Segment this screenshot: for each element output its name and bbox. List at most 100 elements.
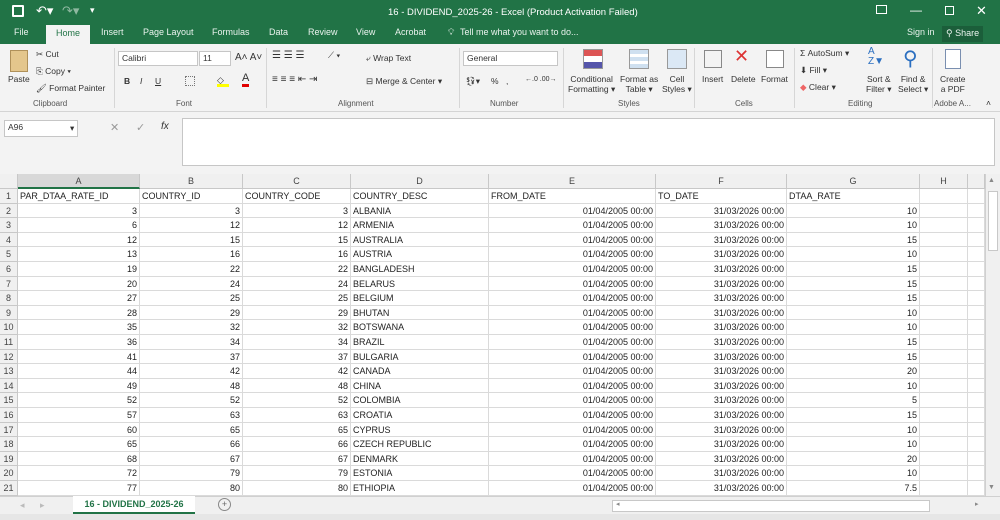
table-cell[interactable]: 66 <box>140 437 243 452</box>
table-cell[interactable]: 63 <box>140 408 243 423</box>
table-cell[interactable]: CANADA <box>351 364 489 379</box>
row-header[interactable]: 21 <box>0 481 18 496</box>
scroll-down-icon[interactable]: ▼ <box>988 484 995 491</box>
table-cell[interactable]: 01/04/2005 00:00 <box>489 320 656 335</box>
conditional-formatting-button[interactable]: ConditionalFormatting ▾ <box>568 74 615 95</box>
table-cell[interactable] <box>920 233 968 248</box>
create-pdf-button[interactable]: Createa PDF <box>940 74 966 94</box>
format-as-table-button[interactable]: Format asTable ▾ <box>620 74 658 95</box>
table-cell[interactable]: 36 <box>18 335 140 350</box>
header-cell[interactable] <box>920 189 968 204</box>
close-icon[interactable]: ✕ <box>976 3 987 19</box>
sort-filter-button[interactable]: Sort &Filter ▾ <box>866 74 892 95</box>
table-cell[interactable]: DENMARK <box>351 452 489 467</box>
row-header[interactable]: 17 <box>0 423 18 438</box>
table-cell[interactable]: 10 <box>787 320 920 335</box>
table-cell[interactable] <box>920 481 968 496</box>
table-cell[interactable] <box>920 335 968 350</box>
table-cell[interactable]: 37 <box>140 350 243 365</box>
cancel-icon[interactable]: ✕ <box>110 121 119 134</box>
table-cell[interactable]: 42 <box>243 364 351 379</box>
row-header[interactable]: 4 <box>0 233 18 248</box>
table-cell[interactable]: 41 <box>18 350 140 365</box>
table-cell[interactable]: 01/04/2005 00:00 <box>489 335 656 350</box>
table-cell[interactable]: 52 <box>243 393 351 408</box>
table-cell[interactable]: 22 <box>243 262 351 277</box>
orientation-icon[interactable]: ⟋ ▾ <box>328 50 340 61</box>
row-header[interactable]: 16 <box>0 408 18 423</box>
table-cell[interactable]: 31/03/2026 00:00 <box>656 408 787 423</box>
table-cell[interactable]: ESTONIA <box>351 466 489 481</box>
column-header[interactable]: H <box>920 174 968 189</box>
formula-input[interactable] <box>182 118 995 166</box>
table-cell[interactable]: 6 <box>18 218 140 233</box>
table-cell[interactable]: 01/04/2005 00:00 <box>489 364 656 379</box>
table-cell[interactable]: 31/03/2026 00:00 <box>656 466 787 481</box>
column-header[interactable]: C <box>243 174 351 189</box>
column-header[interactable]: D <box>351 174 489 189</box>
table-cell[interactable] <box>920 408 968 423</box>
table-cell[interactable] <box>968 247 985 262</box>
table-cell[interactable]: 65 <box>140 423 243 438</box>
table-cell[interactable] <box>968 350 985 365</box>
row-header[interactable]: 2 <box>0 204 18 219</box>
sign-in-link[interactable]: Sign in <box>907 27 935 37</box>
table-cell[interactable]: CROATIA <box>351 408 489 423</box>
table-cell[interactable]: 01/04/2005 00:00 <box>489 452 656 467</box>
row-header[interactable]: 10 <box>0 320 18 335</box>
table-cell[interactable]: 15 <box>243 233 351 248</box>
table-cell[interactable]: CYPRUS <box>351 423 489 438</box>
table-cell[interactable]: 52 <box>140 393 243 408</box>
table-cell[interactable]: 15 <box>787 262 920 277</box>
table-cell[interactable]: 01/04/2005 00:00 <box>489 291 656 306</box>
borders-icon[interactable] <box>185 76 195 86</box>
sheet-nav-next-icon[interactable]: ▸ <box>40 500 45 511</box>
row-header[interactable]: 1 <box>0 189 18 204</box>
table-cell[interactable]: BRAZIL <box>351 335 489 350</box>
column-header[interactable]: B <box>140 174 243 189</box>
table-cell[interactable] <box>920 218 968 233</box>
number-format-select[interactable]: General <box>463 51 558 66</box>
table-cell[interactable]: BANGLADESH <box>351 262 489 277</box>
table-cell[interactable]: 3 <box>243 204 351 219</box>
scroll-left-icon[interactable]: ◂ <box>616 500 620 508</box>
tab-review[interactable]: Review <box>308 27 338 37</box>
scroll-right-icon[interactable]: ▸ <box>975 500 979 508</box>
table-cell[interactable]: 01/04/2005 00:00 <box>489 277 656 292</box>
table-cell[interactable]: 15 <box>787 350 920 365</box>
table-cell[interactable]: 10 <box>787 466 920 481</box>
table-cell[interactable]: 10 <box>787 423 920 438</box>
table-cell[interactable]: BHUTAN <box>351 306 489 321</box>
table-cell[interactable] <box>968 335 985 350</box>
table-cell[interactable]: 01/04/2005 00:00 <box>489 262 656 277</box>
row-header[interactable]: 15 <box>0 393 18 408</box>
table-cell[interactable]: 34 <box>140 335 243 350</box>
table-cell[interactable] <box>968 277 985 292</box>
vertical-align-icons[interactable]: ☰ ☰ ☰ <box>272 50 304 61</box>
table-cell[interactable]: 52 <box>18 393 140 408</box>
table-cell[interactable]: BULGARIA <box>351 350 489 365</box>
table-cell[interactable]: 31/03/2026 00:00 <box>656 320 787 335</box>
table-cell[interactable] <box>968 320 985 335</box>
table-cell[interactable] <box>920 247 968 262</box>
copy-button[interactable]: ⎘ Copy ▾ <box>36 66 71 77</box>
table-cell[interactable]: 34 <box>243 335 351 350</box>
row-header[interactable]: 3 <box>0 218 18 233</box>
comma-button[interactable]: , <box>506 76 508 86</box>
table-cell[interactable]: COLOMBIA <box>351 393 489 408</box>
tab-acrobat[interactable]: Acrobat <box>395 27 426 37</box>
table-cell[interactable]: 67 <box>140 452 243 467</box>
table-cell[interactable]: 01/04/2005 00:00 <box>489 233 656 248</box>
table-cell[interactable]: 65 <box>18 437 140 452</box>
row-header[interactable]: 11 <box>0 335 18 350</box>
autosum-button[interactable]: Σ AutoSum ▾ <box>800 48 849 59</box>
table-cell[interactable]: 01/04/2005 00:00 <box>489 393 656 408</box>
table-cell[interactable]: 10 <box>787 247 920 262</box>
table-cell[interactable] <box>968 218 985 233</box>
tab-insert[interactable]: Insert <box>101 27 124 37</box>
table-cell[interactable]: 01/04/2005 00:00 <box>489 408 656 423</box>
share-button[interactable]: ⚲ Share <box>942 26 983 42</box>
table-cell[interactable]: 25 <box>140 291 243 306</box>
column-header[interactable]: A <box>18 174 140 189</box>
table-cell[interactable] <box>968 423 985 438</box>
